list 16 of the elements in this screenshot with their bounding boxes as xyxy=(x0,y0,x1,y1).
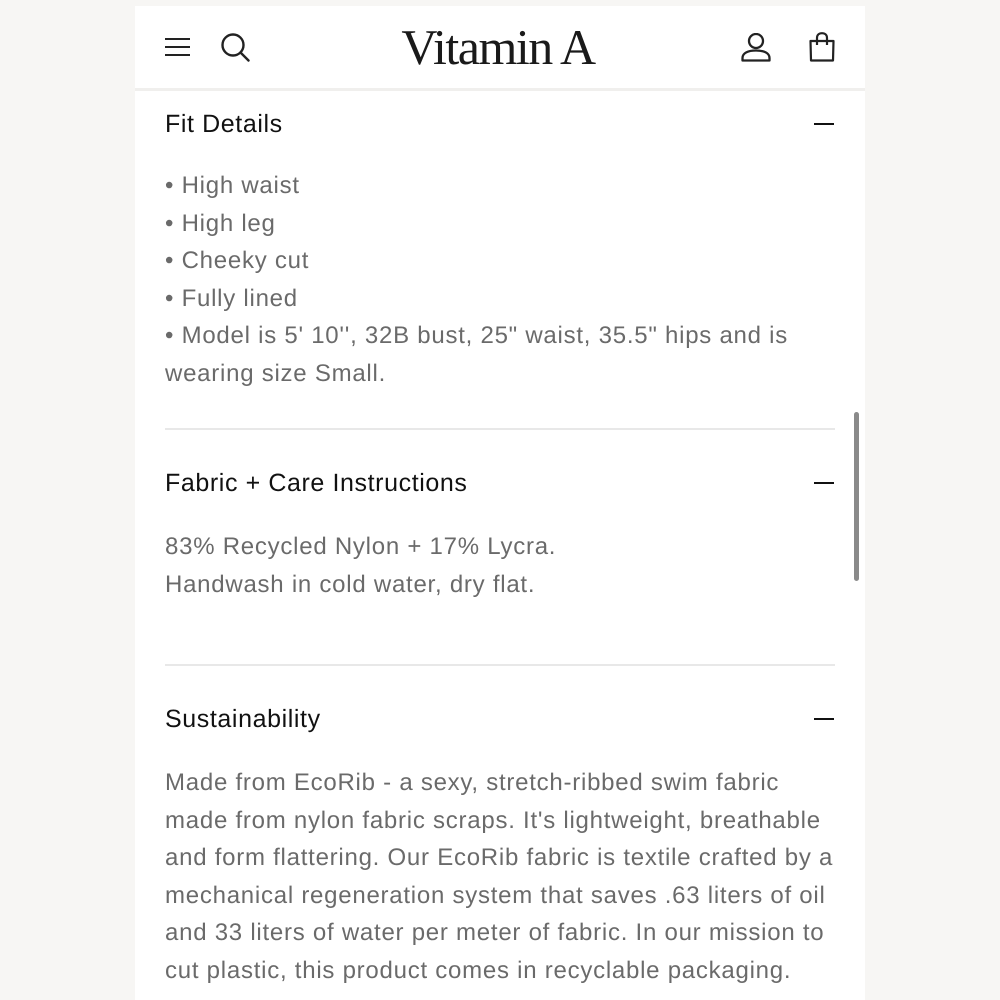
search-icon[interactable] xyxy=(221,32,250,62)
section-heading[interactable]: Sustainability xyxy=(165,704,321,734)
brand-logo[interactable]: Vitamin A xyxy=(401,21,595,73)
shopping-bag-icon[interactable] xyxy=(809,32,835,62)
body-text: • High leg xyxy=(165,208,277,238)
body-text: • Fully lined xyxy=(165,284,299,314)
section-heading[interactable]: Fabric + Care Instructions xyxy=(165,468,468,498)
body-text: Made from EcoRib - a sexy, stretch-ribbed swim fabric made from nylon fabric scraps. It's lightweight, breathable and form flattering. Our EcoRib fabric is textile crafted by a mechanical regeneration system that saves .63 liters of oil and 33 liters of water per meter of fabric. In our mission to cut plastic, this product comes in recyclable packaging. xyxy=(165,768,834,986)
body-text: 83% Recycled Nylon + 17% Lycra. xyxy=(165,532,558,562)
body-text: Handwash in cold water, dry flat. xyxy=(165,570,536,600)
section-heading[interactable]: Fit Details xyxy=(165,109,283,139)
body-text: • Cheeky cut xyxy=(165,246,310,276)
body-text: • High waist xyxy=(165,171,301,201)
body-text: • Model is 5' 10'', 32B bust, 25" waist, 35.5" hips and is wearing size Small. xyxy=(165,321,790,388)
menu-icon[interactable] xyxy=(165,38,190,56)
user-icon[interactable] xyxy=(741,32,771,62)
